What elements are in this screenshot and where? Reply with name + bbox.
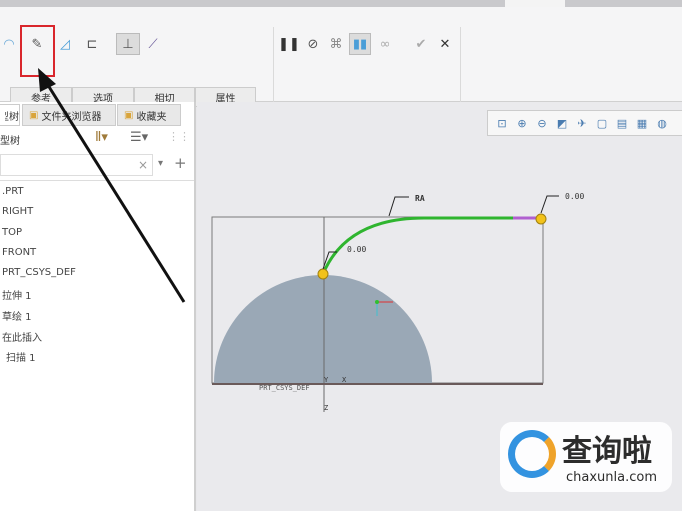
tab-label: 收藏夹 xyxy=(136,111,167,123)
tree-item-front[interactable]: FRONT xyxy=(2,247,36,258)
settings-icon[interactable]: Ⅱ▾ xyxy=(95,130,108,145)
z-axis-label: Z xyxy=(324,404,328,412)
tree-item-top[interactable]: TOP xyxy=(2,227,22,238)
tree-item-right[interactable]: RIGHT xyxy=(2,206,33,217)
favorites-icon: ▣ xyxy=(124,109,134,121)
tree-item-insert-here[interactable]: 在此插入 xyxy=(2,329,42,344)
tangent-icon[interactable]: ⟋ xyxy=(144,35,162,53)
surface-icon[interactable]: ◠ xyxy=(0,35,18,53)
preview-icon[interactable]: ⌘ xyxy=(327,35,345,53)
cancel-icon[interactable]: ✕ xyxy=(436,35,454,53)
tab-model-tree[interactable]: 模型树 xyxy=(0,104,20,126)
filter-icon[interactable]: ⋮⋮ xyxy=(168,130,190,143)
add-icon[interactable]: + xyxy=(174,154,187,172)
end-value-label: 0.00 xyxy=(347,245,366,254)
ra-label: RA xyxy=(415,194,425,203)
tree-item-part[interactable]: .PRT xyxy=(2,186,24,197)
tree-item-csys[interactable]: PRT_CSYS_DEF xyxy=(2,267,76,278)
pause-icon[interactable]: ❚❚ xyxy=(278,35,300,53)
tab-favorites[interactable]: ▣ 收藏夹 xyxy=(117,104,181,126)
trajectory-startpoint xyxy=(535,213,547,225)
plane-icon[interactable]: ◿ xyxy=(56,35,74,53)
extruded-solid xyxy=(214,275,432,383)
dropdown-icon[interactable]: ▾ xyxy=(158,158,163,169)
verify-icon[interactable]: ▮▮ xyxy=(349,33,371,55)
model-tree-panel: 模型树 ▣文件夹浏览器 ▣收藏夹 模型树 Ⅱ▾ ☰▾ ⋮⋮ × ▾ + .PRT… xyxy=(0,102,196,511)
watermark-logo xyxy=(508,430,556,478)
stop-icon[interactable]: ⊘ xyxy=(304,35,322,53)
tree-item-sweep[interactable]: 扫描 1 xyxy=(6,349,36,364)
active-tab[interactable] xyxy=(505,0,565,7)
watermark: 查询啦 chaxunla.com xyxy=(500,422,672,492)
show-icon[interactable]: ☰▾ xyxy=(130,130,148,145)
panel-header: 模型树 xyxy=(0,136,20,147)
search-input[interactable]: × xyxy=(0,154,153,176)
start-value-label: 0.00 xyxy=(565,192,584,201)
tab-label: 模型树 xyxy=(5,111,19,123)
bracket-icon[interactable]: ⊏ xyxy=(83,35,101,53)
csys-label: PRT_CSYS_DEF xyxy=(259,384,310,392)
ribbon: ◠ ✎ ◿ ⊏ ⊥ ⟋ ❚❚ ⊘ ⌘ ▮▮ ∞ ✔ ✕ 参考 选项 相切 属性 xyxy=(0,7,682,107)
clear-icon[interactable]: × xyxy=(138,158,148,172)
folder-icon: ▣ xyxy=(29,109,39,121)
glasses-icon[interactable]: ∞ xyxy=(376,35,394,53)
trajectory-endpoint xyxy=(317,268,329,280)
top-tab-bar xyxy=(0,0,682,7)
tree-item-sketch[interactable]: 草绘 1 xyxy=(2,308,32,323)
tab-folder-browser[interactable]: ▣ 文件夹浏览器 xyxy=(22,104,116,126)
watermark-title: 查询啦 xyxy=(562,434,652,469)
tab-label: 文件夹浏览器 xyxy=(41,111,102,123)
sketch-icon[interactable]: ✎ xyxy=(28,35,46,53)
watermark-url: chaxunla.com xyxy=(566,470,657,485)
normal-icon[interactable]: ⊥ xyxy=(116,33,140,55)
ok-icon[interactable]: ✔ xyxy=(412,35,430,53)
tree-item-extrude[interactable]: 拉伸 1 xyxy=(2,287,32,302)
